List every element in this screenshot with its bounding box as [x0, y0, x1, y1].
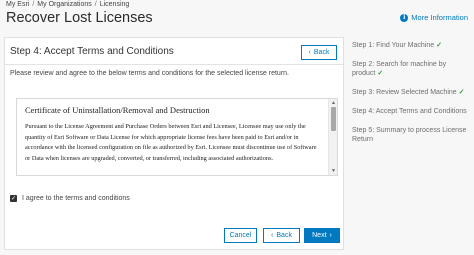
back-button[interactable]: ‹ Back	[263, 228, 300, 243]
terms-content: Certificate of Uninstallation/Removal an…	[25, 105, 323, 164]
step-label: Step 5: Summary to process License Retur…	[352, 127, 467, 143]
chevron-right-icon: ›	[329, 232, 332, 239]
scroll-down-arrow-icon[interactable]: ▼	[330, 168, 337, 174]
agree-terms-row[interactable]: ✓ I agree to the terms and conditions	[10, 195, 130, 202]
terms-body: Pursuant to the License Agreement and Pu…	[25, 123, 317, 162]
breadcrumb-separator: /	[94, 1, 97, 8]
step-item-5: Step 5: Summary to process License Retur…	[352, 126, 470, 144]
step-panel: Step 4: Accept Terms and Conditions ‹ Ba…	[4, 37, 344, 250]
check-icon: ✓	[458, 89, 465, 96]
next-button-label: Next	[312, 232, 327, 239]
step-heading: Step 4: Accept Terms and Conditions	[10, 46, 174, 57]
back-button-label: Back	[276, 232, 292, 239]
step-item-1: Step 1: Find Your Machine ✓	[352, 41, 470, 50]
step-item-2: Step 2: Search for machine by product ✓	[352, 60, 470, 78]
more-information-link[interactable]: i More Information	[400, 13, 468, 22]
step-label: Step 4: Accept Terms and Conditions	[352, 108, 467, 115]
terms-title: Certificate of Uninstallation/Removal an…	[25, 105, 210, 115]
step-label: Step 3: Review Selected Machine	[352, 89, 457, 96]
step-item-3: Step 3: Review Selected Machine ✓	[352, 88, 470, 97]
scroll-up-arrow-icon[interactable]: ▲	[330, 100, 337, 106]
step-item-4: Step 4: Accept Terms and Conditions	[352, 107, 470, 116]
scroll-thumb[interactable]	[331, 107, 336, 131]
divider	[5, 64, 343, 65]
step-label: Step 2: Search for machine by product	[352, 61, 447, 77]
check-icon: ✓	[436, 42, 442, 49]
breadcrumb-my-organizations[interactable]: My Organizations	[37, 1, 91, 8]
info-icon: i	[400, 13, 409, 22]
breadcrumb-separator: /	[32, 1, 35, 8]
breadcrumb-licensing[interactable]: Licensing	[100, 1, 130, 8]
chevron-left-icon: ‹	[308, 49, 311, 56]
step-label: Step 1: Find Your Machine	[352, 42, 435, 49]
agree-terms-checkbox[interactable]: ✓	[10, 195, 17, 202]
back-button-top-label: Back	[313, 49, 330, 56]
back-button-top[interactable]: ‹ Back	[301, 45, 337, 60]
next-button[interactable]: Next ›	[304, 228, 340, 243]
more-information-label: More Information	[411, 13, 468, 22]
breadcrumb: My Esri / My Organizations / Licensing	[6, 1, 129, 8]
breadcrumb-my-esri[interactable]: My Esri	[6, 1, 29, 8]
step-list: Step 1: Find Your Machine ✓ Step 2: Searc…	[352, 41, 470, 154]
terms-scrollbar[interactable]: ▲ ▼	[328, 99, 337, 175]
cancel-button-label: Cancel	[229, 232, 252, 239]
chevron-left-icon: ‹	[271, 232, 274, 239]
agree-terms-label: I agree to the terms and conditions	[22, 195, 130, 202]
page-title: Recover Lost Licenses	[6, 10, 153, 26]
check-icon: ✓	[377, 70, 384, 77]
cancel-button[interactable]: Cancel	[224, 228, 257, 243]
terms-scroll-box[interactable]: Certificate of Uninstallation/Removal an…	[16, 98, 338, 176]
instructions-text: Please review and agree to the below ter…	[10, 70, 289, 77]
